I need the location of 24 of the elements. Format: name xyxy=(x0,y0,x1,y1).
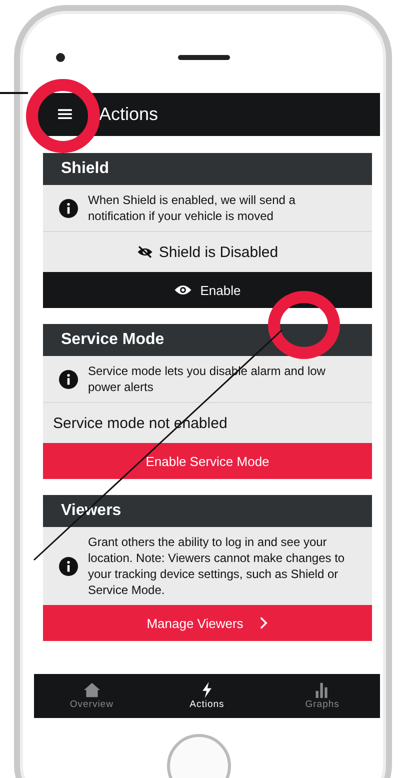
chevron-right-icon xyxy=(259,616,268,630)
nav-tab[interactable]: Graphs xyxy=(264,674,380,718)
nav-tab[interactable]: Overview xyxy=(34,674,150,718)
info-icon xyxy=(59,370,78,388)
camera-dot xyxy=(56,53,65,62)
info-icon xyxy=(59,556,78,576)
action-button[interactable]: Manage Viewers xyxy=(43,605,372,641)
info-text: Grant others the ability to log in and see your location. Note: Viewers cannot make changes to your tracking device settings, such as Shield or Service Mode. xyxy=(88,534,346,598)
action-button[interactable]: Enable Service Mode xyxy=(43,443,372,479)
eye-icon xyxy=(174,284,192,296)
highlight-ring xyxy=(268,291,340,359)
screen-title: Actions xyxy=(99,104,158,125)
house-icon xyxy=(82,682,101,698)
action-button[interactable]: Enable xyxy=(43,272,372,308)
leader-line xyxy=(0,92,28,94)
nav-tab[interactable]: Actions xyxy=(149,674,265,718)
status-text: Shield is Disabled xyxy=(158,244,278,260)
info-icon xyxy=(59,198,78,218)
speaker-slot xyxy=(178,55,230,60)
section-header: Service Mode xyxy=(43,324,372,356)
eye-slash-icon xyxy=(136,246,153,258)
section-header: Shield xyxy=(43,153,372,185)
info-text: When Shield is enabled, we will send a notification if your vehicle is moved xyxy=(88,192,296,224)
section-header: Viewers xyxy=(43,495,372,527)
